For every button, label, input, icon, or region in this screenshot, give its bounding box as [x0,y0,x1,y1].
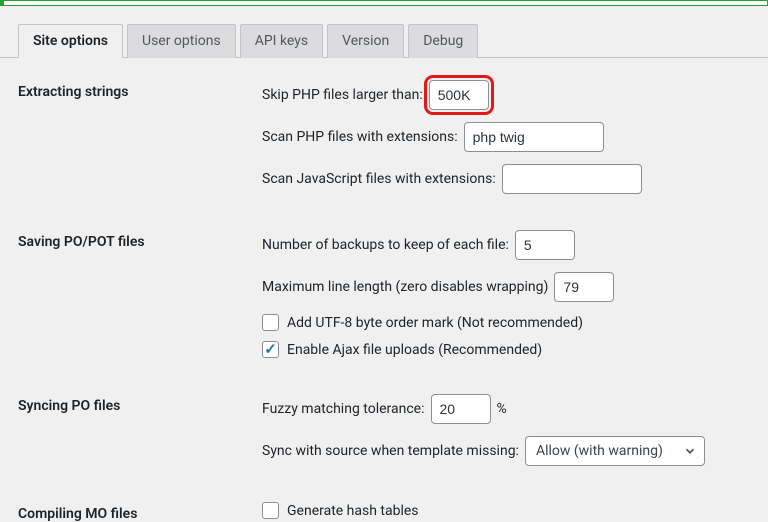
skip-php-label: Skip PHP files larger than: [262,87,423,103]
skip-php-input[interactable] [429,80,489,110]
hash-checkbox[interactable] [262,502,279,519]
tab-site-options[interactable]: Site options [18,24,123,58]
section-title-saving: Saving PO/POT files [18,230,262,250]
hash-label: Generate hash tables [287,503,419,519]
fuzzy-label: Fuzzy matching tolerance: [262,401,425,417]
fuzzy-suffix: % [497,401,507,417]
section-compiling: Compiling MO files Generate hash tables [0,502,768,522]
section-syncing: Syncing PO files Fuzzy matching toleranc… [0,394,768,466]
scan-php-input[interactable] [464,122,604,152]
tab-user-options[interactable]: User options [127,24,236,58]
ajax-label: Enable Ajax file uploads (Recommended) [287,342,542,358]
tab-api-keys[interactable]: API keys [240,24,323,58]
notice-bar [0,0,768,6]
sync-missing-label: Sync with source when template missing: [262,443,519,459]
bom-label: Add UTF-8 byte order mark (Not recommend… [287,315,583,331]
bom-checkbox[interactable] [262,314,279,331]
section-title-syncing: Syncing PO files [18,394,262,414]
backups-input[interactable] [515,230,575,260]
section-title-extracting: Extracting strings [18,80,262,100]
backups-label: Number of backups to keep of each file: [262,237,509,253]
scan-js-input[interactable] [502,164,642,194]
tab-debug[interactable]: Debug [408,24,478,58]
chevron-down-icon [683,444,697,458]
tabs-nav: Site options User options API keys Versi… [0,24,768,58]
section-extracting: Extracting strings Skip PHP files larger… [0,80,768,194]
scan-js-label: Scan JavaScript files with extensions: [262,171,496,187]
linelen-input[interactable] [554,272,614,302]
sync-missing-value: Allow (with warning) [536,443,663,459]
linelen-label: Maximum line length (zero disables wrapp… [262,279,548,295]
tab-version[interactable]: Version [327,24,404,58]
scan-php-label: Scan PHP files with extensions: [262,129,458,145]
fuzzy-input[interactable] [431,394,491,424]
section-title-compiling: Compiling MO files [18,502,262,522]
sync-missing-select[interactable]: Allow (with warning) [525,436,705,466]
section-saving: Saving PO/POT files Number of backups to… [0,230,768,358]
ajax-checkbox[interactable] [262,341,279,358]
